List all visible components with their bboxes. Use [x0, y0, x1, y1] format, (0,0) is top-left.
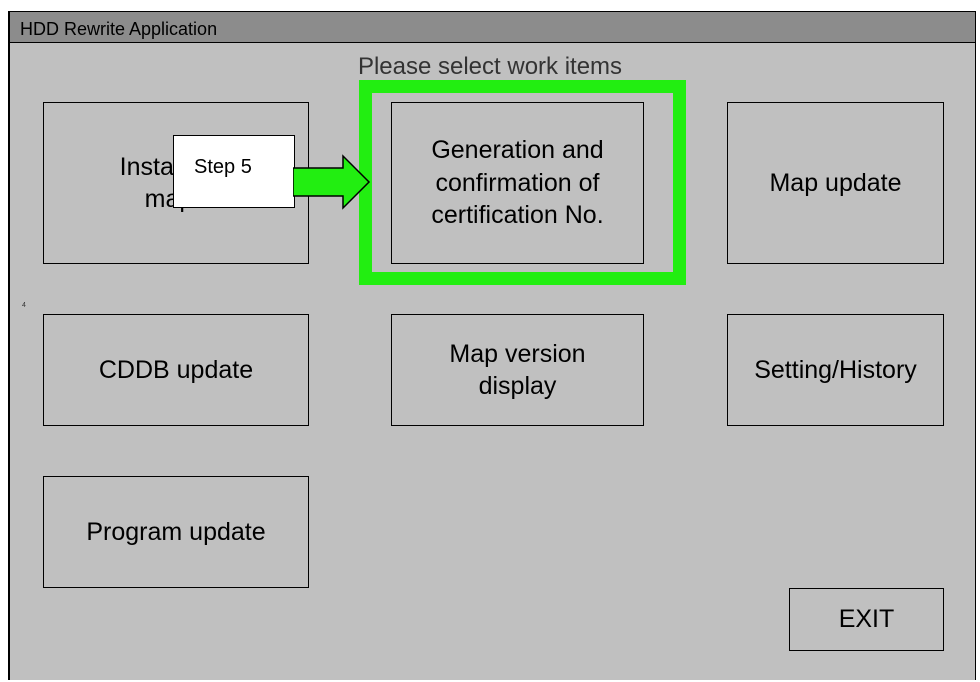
map-version-display-label: Map version display — [449, 339, 586, 401]
map-version-display-button[interactable]: Map version display — [391, 314, 644, 426]
exit-label: EXIT — [838, 605, 895, 634]
map-update-button[interactable]: Map update — [727, 102, 944, 264]
cddb-update-button[interactable]: CDDB update — [43, 314, 309, 426]
setting-history-button[interactable]: Setting/History — [727, 314, 944, 426]
cddb-update-label: CDDB update — [98, 355, 254, 384]
map-update-label: Map update — [769, 168, 902, 197]
step-label: Step 5 — [194, 156, 252, 178]
highlight-frame — [359, 80, 686, 285]
title-bar: HDD Rewrite Application — [10, 12, 975, 43]
program-update-button[interactable]: Program update — [43, 476, 309, 588]
window-title: HDD Rewrite Application — [20, 19, 218, 39]
exit-button[interactable]: EXIT — [789, 588, 944, 651]
program-update-label: Program update — [86, 517, 266, 546]
arrow-right-icon — [293, 154, 371, 210]
page-heading: Please select work items — [357, 53, 623, 75]
step-callout: Step 5 — [173, 135, 295, 208]
stray-mark: 4 — [22, 302, 26, 309]
setting-history-label: Setting/History — [754, 355, 917, 384]
